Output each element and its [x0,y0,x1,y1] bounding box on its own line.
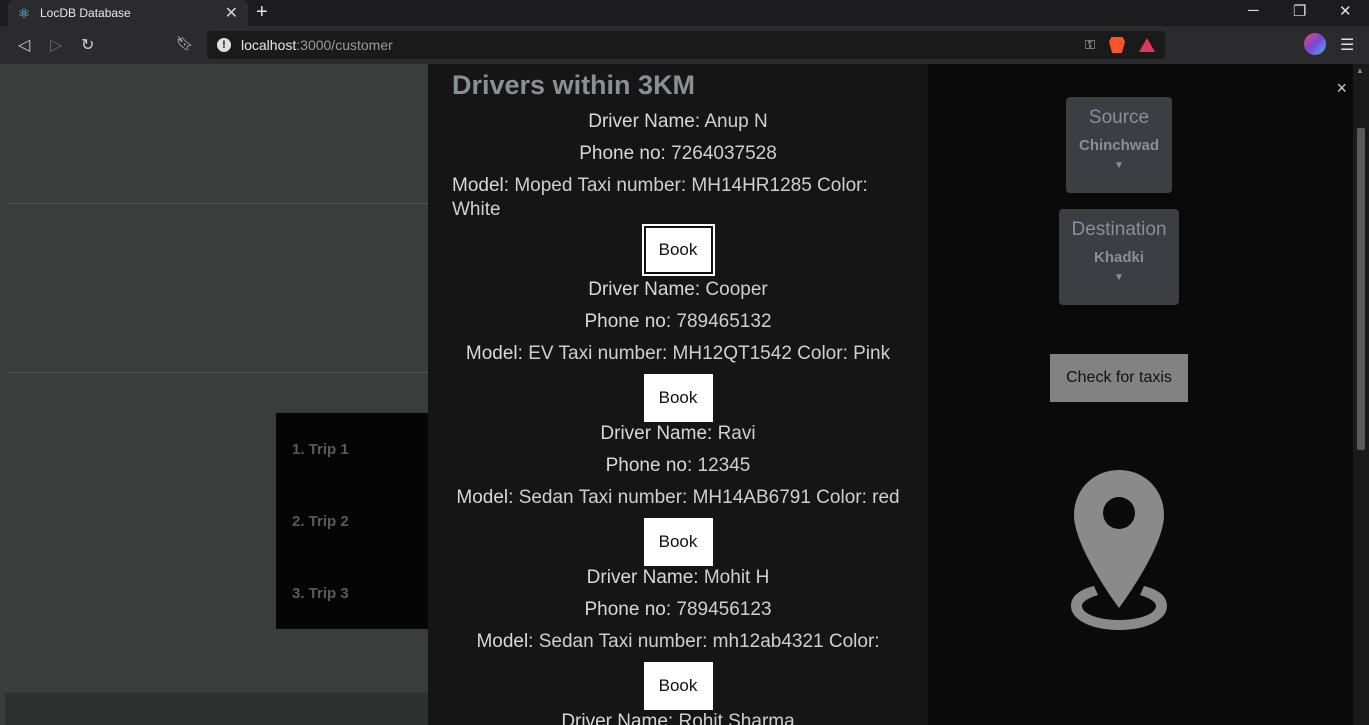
forward-icon[interactable]: ▷ [50,35,62,55]
driver-name-label: Driver Name: [588,279,701,300]
driver-card: Driver Name: Cooper Phone no: 789465132 … [452,274,904,422]
driver-model: EV Taxi number: MH12QT1542 Color: Pink [528,343,891,364]
divider [5,372,428,373]
driver-phone: 12345 [697,455,751,476]
menu-icon[interactable]: ☰ [1340,35,1354,55]
book-button[interactable]: Book [643,226,713,274]
trip-item[interactable]: 1. Trip 1 [292,441,349,458]
location-pin-icon [1071,470,1167,630]
brave-rewards-icon[interactable] [1139,38,1155,52]
profile-avatar[interactable] [1304,33,1326,55]
driver-name-label: Driver Name: [600,423,713,444]
page-scrollbar[interactable]: ▲ [1353,64,1369,725]
browser-toolbar: ◁ ▷ ↻ 🔖︎ ! localhost :3000/customer ⚿ [0,26,1369,64]
model-label: Model: [456,487,514,508]
scroll-up-icon[interactable]: ▲ [1356,66,1364,75]
page: 1. Trip 1 2. Trip 2 3. Trip 3 Drivers wi… [0,64,1369,725]
address-bar[interactable]: ! localhost :3000/customer ⚿ [207,31,1165,59]
driver-name: Mohit H [703,567,770,588]
brave-shields-icon[interactable] [1109,37,1125,53]
source-value: Chinchwad [1078,137,1159,154]
close-icon[interactable]: × [1336,78,1347,99]
info-icon[interactable]: ! [217,38,231,52]
book-button[interactable]: Book [643,662,713,710]
restore-icon[interactable]: ❐ [1293,2,1306,20]
close-window-icon[interactable]: ✕ [1339,2,1352,20]
driver-name: Ravi [717,423,756,444]
url-path: :3000/customer [296,37,393,53]
phone-label: Phone no: [584,599,672,620]
url-host: localhost [241,37,297,53]
drivers-panel: Drivers within 3KM Driver Name: Anup N P… [428,64,928,725]
trip-item[interactable]: 3. Trip 3 [292,585,349,602]
driver-card: Driver Name: Mohit H Phone no: 789456123… [452,562,904,710]
chevron-down-icon: ▼ [1114,160,1124,171]
browser-tab-bar: ⚛ LocDB Database ✕ + ─ ❐ ✕ [0,0,1369,26]
page-footer [5,693,428,725]
back-icon[interactable]: ◁ [18,35,30,55]
chevron-down-icon: ▼ [1114,272,1124,283]
driver-phone: 789456123 [676,599,772,620]
new-tab-icon[interactable]: + [256,1,268,24]
driver-card: Driver Name: Rohit Sharma [452,706,904,725]
driver-name-label: Driver Name: [588,111,701,132]
model-label: Model: [465,343,523,364]
book-button[interactable]: Book [643,518,713,566]
source-label: Source [1088,107,1150,128]
close-tab-icon[interactable]: ✕ [225,3,238,23]
source-select[interactable]: Source Chinchwad ▼ [1066,97,1172,193]
minimize-icon[interactable]: ─ [1248,2,1259,19]
driver-phone: 7264037528 [671,143,777,164]
driver-card: Driver Name: Anup N Phone no: 7264037528… [452,106,904,274]
driver-name: Anup N [704,111,768,132]
trip-list: 1. Trip 1 2. Trip 2 3. Trip 3 [276,413,428,629]
driver-model: Sedan Taxi number: MH14AB6791 Color: red [518,487,900,508]
drivers-title: Drivers within 3KM [452,70,696,100]
driver-phone: 789465132 [676,311,772,332]
trip-item[interactable]: 2. Trip 2 [292,513,349,530]
check-for-taxis-button[interactable]: Check for taxis [1050,354,1188,402]
model-label: Model: [452,175,510,196]
divider [5,203,428,204]
phone-label: Phone no: [584,311,672,332]
driver-name: Rohit Sharma [678,711,795,725]
browser-tab[interactable]: ⚛ LocDB Database ✕ [8,0,248,26]
reload-icon[interactable]: ↻ [81,35,94,55]
driver-card: Driver Name: Ravi Phone no: 12345 Model:… [452,418,904,566]
react-icon: ⚛ [17,4,31,21]
book-button[interactable]: Book [643,374,713,422]
phone-label: Phone no: [579,143,666,164]
key-icon[interactable]: ⚿ [1085,37,1095,53]
bookmark-icon[interactable]: 🔖︎ [176,35,194,52]
driver-name-label: Driver Name: [561,711,674,725]
scrollbar-thumb[interactable] [1357,128,1365,450]
destination-value: Khadki [1093,249,1144,266]
driver-model: Moped Taxi number: MH14HR1285 Color: Whi… [452,175,868,220]
model-label: Model: [476,631,534,652]
tab-title: LocDB Database [40,6,131,20]
destination-label: Destination [1071,219,1167,240]
route-panel: × Source Chinchwad ▼ Destination Khadki … [928,64,1353,725]
driver-name: Cooper [705,279,768,300]
destination-select[interactable]: Destination Khadki ▼ [1059,209,1179,305]
phone-label: Phone no: [605,455,693,476]
driver-name-label: Driver Name: [586,567,699,588]
